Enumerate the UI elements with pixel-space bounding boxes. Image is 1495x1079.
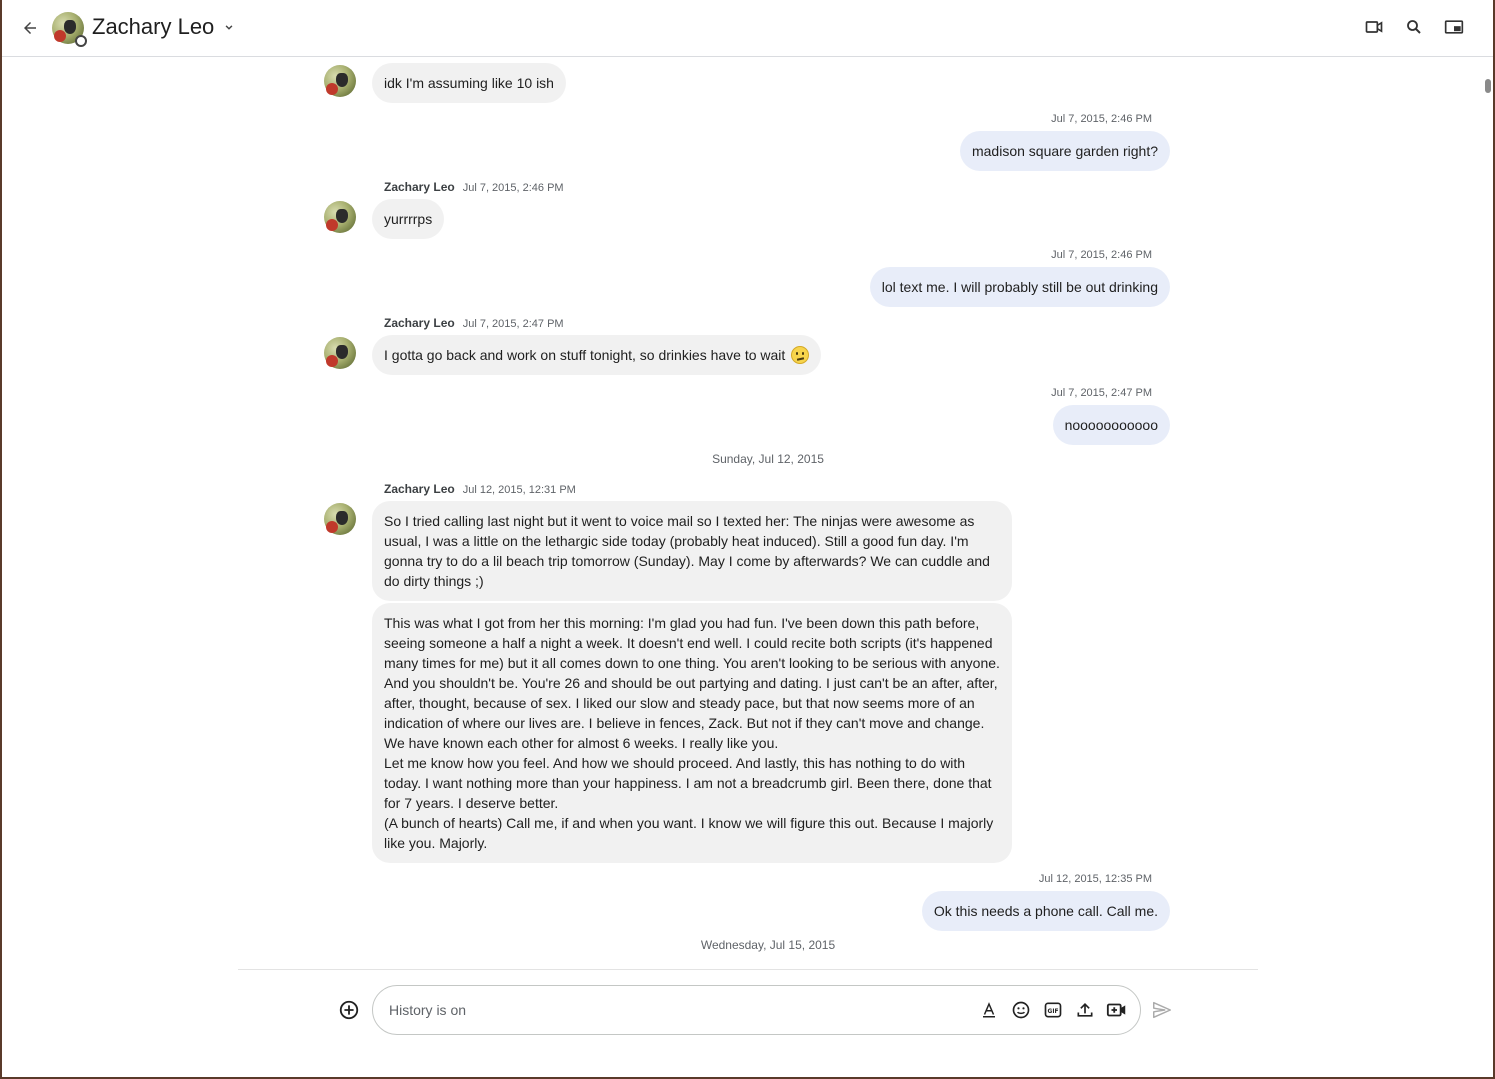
send-icon[interactable] [1150, 998, 1174, 1022]
message-bubble-incoming[interactable]: yurrrrps [372, 199, 445, 239]
message-timestamp: Jul 7, 2015, 2:46 PM [1051, 113, 1152, 125]
message-bubble-incoming[interactable]: This was what I got from her this mornin… [372, 603, 1012, 863]
message-timestamp: Jul 12, 2015, 12:35 PM [1038, 873, 1152, 885]
add-video-icon[interactable] [1106, 999, 1128, 1021]
message-bubble-outgoing[interactable]: lol text me. I will probably still be ou… [869, 267, 1170, 307]
text-format-icon[interactable] [978, 999, 1000, 1021]
chat-window: Zachary Leo idk I'm assuming like 10 ish… [2, 0, 1493, 1077]
avatar[interactable] [324, 337, 356, 369]
search-icon[interactable] [1403, 16, 1425, 38]
message-input[interactable] [389, 998, 949, 1022]
message-meta: Zachary Leo Jul 12, 2015, 12:31 PM [384, 482, 576, 496]
add-circle-icon[interactable] [337, 998, 361, 1022]
sender-name: Zachary Leo [384, 180, 455, 194]
upload-icon[interactable] [1074, 999, 1096, 1021]
message-meta: Zachary Leo Jul 7, 2015, 2:47 PM [384, 316, 564, 330]
sender-name: Zachary Leo [384, 316, 455, 330]
gif-icon[interactable]: GIF [1042, 999, 1064, 1021]
message-timestamp: Jul 7, 2015, 2:46 PM [1051, 249, 1152, 261]
avatar[interactable] [324, 503, 356, 535]
day-separator: Sunday, Jul 12, 2015 [712, 452, 824, 466]
scrollbar[interactable] [1483, 57, 1493, 1077]
message-timestamp: Jul 12, 2015, 12:31 PM [462, 484, 576, 496]
message-thread: idk I'm assuming like 10 ish Jul 7, 2015… [2, 57, 1493, 969]
message-bubble-outgoing[interactable]: nooooooooooo [1052, 405, 1170, 445]
message-text: I gotta go back and work on stuff tonigh… [384, 347, 786, 363]
scrollbar-thumb[interactable] [1485, 79, 1491, 93]
message-bubble-incoming[interactable]: I gotta go back and work on stuff tonigh… [372, 335, 822, 375]
svg-text:GIF: GIF [1048, 1009, 1059, 1015]
composer-divider [238, 969, 1258, 970]
avatar[interactable] [324, 201, 356, 233]
confused-face-emoji-icon [791, 346, 810, 364]
chevron-down-icon [225, 25, 233, 30]
message-bubble-outgoing[interactable]: Ok this needs a phone call. Call me. [921, 891, 1170, 931]
day-separator: Wednesday, Jul 15, 2015 [700, 938, 836, 952]
emoji-icon[interactable] [1010, 999, 1032, 1021]
message-bubble-outgoing[interactable]: madison square garden right? [959, 131, 1170, 171]
chat-header: Zachary Leo [2, 0, 1493, 57]
message-composer: GIF [372, 985, 1141, 1035]
message-timestamp: Jul 7, 2015, 2:47 PM [462, 318, 564, 330]
message-timestamp: Jul 7, 2015, 2:46 PM [462, 182, 564, 194]
message-bubble-incoming[interactable]: idk I'm assuming like 10 ish [372, 63, 566, 103]
video-call-icon[interactable] [1363, 16, 1385, 38]
sender-name: Zachary Leo [384, 482, 455, 496]
message-meta: Zachary Leo Jul 7, 2015, 2:46 PM [384, 180, 564, 194]
avatar[interactable] [324, 65, 356, 97]
message-timestamp: Jul 7, 2015, 2:47 PM [1051, 387, 1152, 399]
back-arrow-icon[interactable] [16, 14, 44, 42]
picture-in-picture-icon[interactable] [1443, 16, 1465, 38]
message-bubble-incoming[interactable]: So I tried calling last night but it wen… [372, 501, 1012, 601]
contact-name-dropdown[interactable]: Zachary Leo [92, 14, 236, 40]
contact-name: Zachary Leo [92, 14, 215, 39]
contact-avatar[interactable] [52, 12, 87, 47]
